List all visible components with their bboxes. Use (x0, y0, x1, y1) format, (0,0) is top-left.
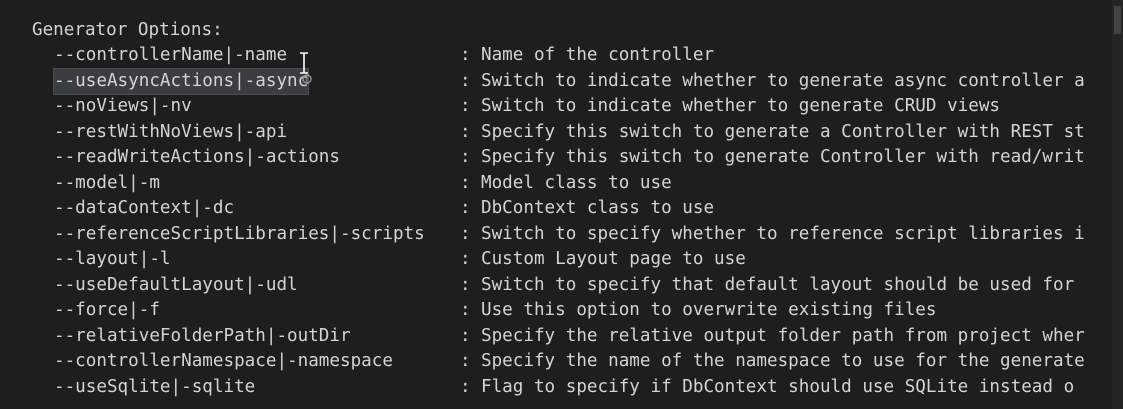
terminal-output[interactable]: Generator Options: --controllerName|-nam… (0, 0, 1112, 409)
option-description: Switch to indicate whether to generate a… (481, 70, 1085, 91)
option-row: --restWithNoViews|-api: Specify this swit… (0, 120, 1112, 146)
option-separator: : (460, 274, 471, 295)
option-flag[interactable]: --restWithNoViews|-api (54, 120, 287, 146)
option-separator: : (460, 249, 471, 269)
option-separator: : (460, 45, 471, 65)
option-flag[interactable]: --force|-f (54, 298, 160, 324)
option-row: --controllerName|-name: Name of the contr… (0, 43, 1112, 69)
option-separator: : (460, 147, 471, 167)
option-row: --force|-f: Use this option to overwrite … (0, 298, 1112, 324)
option-description: Specify this switch to generate Controll… (481, 147, 1085, 167)
option-separator: : (460, 96, 471, 116)
option-separator: : (460, 70, 471, 91)
option-flag[interactable]: --noViews|-nv (54, 94, 192, 120)
option-row: --controllerNamespace|-namespace: Specify… (0, 349, 1112, 375)
option-flag[interactable]: --useSqlite|-sqlite (54, 375, 255, 401)
option-description: Flag to specify if DbContext should use … (481, 376, 1075, 397)
option-description: Custom Layout page to use (481, 249, 746, 269)
option-separator: : (460, 121, 471, 142)
option-flag[interactable]: --referenceScriptLibraries|-scripts (54, 222, 425, 248)
option-description: DbContext class to use (481, 198, 715, 218)
scrollbar[interactable] (1112, 0, 1123, 409)
option-description: Switch to indicate whether to generate C… (481, 96, 1001, 116)
option-flag[interactable]: --layout|-l (54, 247, 171, 273)
option-row: --layout|-l: Custom Layout page to use (0, 247, 1112, 273)
option-separator: : (460, 351, 471, 371)
option-description: Switch to specify that default layout sh… (481, 274, 1075, 295)
option-separator: : (460, 172, 471, 193)
option-row: --model|-m: Model class to use (0, 171, 1112, 197)
option-separator: : (460, 300, 471, 320)
text-cursor-icon (300, 52, 308, 74)
option-description: Name of the controller (481, 45, 715, 65)
option-row: --referenceScriptLibraries|-scripts: Swit… (0, 222, 1112, 248)
pointer-cursor-icon (302, 74, 312, 84)
option-description: Switch to specify whether to reference s… (481, 223, 1085, 244)
option-description: Specify the relative output folder path … (481, 325, 1085, 346)
option-row: --noViews|-nv: Switch to indicate whether… (0, 94, 1112, 120)
option-description: Specify the name of the namespace to use… (481, 351, 1085, 371)
option-description: Model class to use (481, 172, 672, 193)
option-row: --useDefaultLayout|-udl: Switch to specif… (0, 273, 1112, 299)
option-row: --dataContext|-dc: DbContext class to use (0, 196, 1112, 222)
option-row: --useAsyncActions|-async: Switch to indic… (0, 67, 1112, 95)
option-separator: : (460, 223, 471, 244)
option-row: --readWriteActions|-actions: Specify this… (0, 145, 1112, 171)
option-row: --relativeFolderPath|-outDir: Specify the… (0, 324, 1112, 350)
section-header: Generator Options: (32, 20, 223, 40)
option-flag[interactable]: --controllerNamespace|-namespace (54, 349, 393, 375)
option-flag[interactable]: --relativeFolderPath|-outDir (54, 324, 351, 350)
option-flag[interactable]: --readWriteActions|-actions (54, 145, 340, 171)
option-row: --useSqlite|-sqlite: Flag to specify if D… (0, 375, 1112, 401)
scrollbar-thumb[interactable] (1114, 6, 1121, 34)
option-separator: : (460, 198, 471, 218)
option-separator: : (460, 376, 471, 397)
option-description: Use this option to overwrite existing fi… (481, 300, 937, 320)
option-flag[interactable]: --useAsyncActions|-async (52, 67, 310, 95)
option-description: Specify this switch to generate a Contro… (481, 121, 1085, 142)
option-separator: : (460, 325, 471, 346)
option-flag[interactable]: --model|-m (54, 171, 160, 197)
option-flag[interactable]: --controllerName|-name (54, 43, 287, 69)
option-flag[interactable]: --dataContext|-dc (54, 196, 234, 222)
option-flag[interactable]: --useDefaultLayout|-udl (54, 273, 298, 299)
